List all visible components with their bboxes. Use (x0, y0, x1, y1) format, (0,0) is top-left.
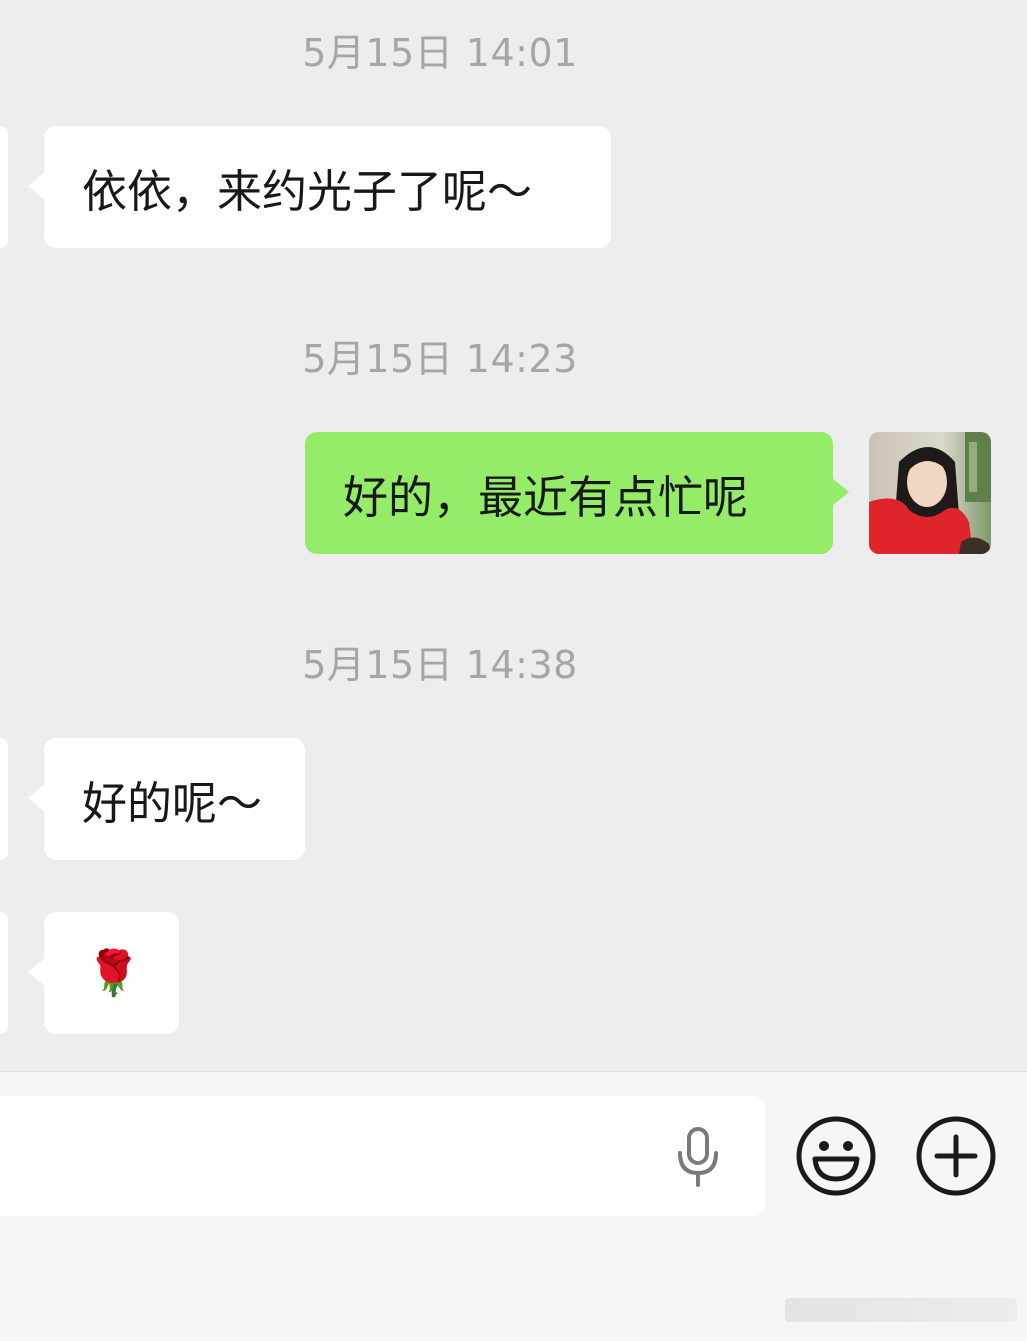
timestamp: 5月15日 14:38 (302, 643, 578, 687)
chat-message-list[interactable]: 5月15日 14:01 依依，来约光子了呢～ 5月15日 14:23 好的，最近… (0, 0, 1027, 1071)
received-sticker-bubble[interactable]: 🌹 (28, 912, 179, 1034)
message-text: 好的，最近有点忙呢 (343, 470, 749, 524)
timestamp: 5月15日 14:01 (302, 31, 578, 75)
sent-message-bubble[interactable]: 好的，最近有点忙呢 (305, 432, 849, 554)
message-text: 好的呢～ (82, 776, 263, 830)
microphone-icon[interactable] (674, 1127, 722, 1187)
message-input[interactable] (0, 1096, 765, 1216)
contact-avatar[interactable] (0, 912, 8, 1034)
contact-avatar[interactable] (0, 738, 8, 860)
emoji-icon[interactable] (795, 1115, 877, 1197)
avatar-photo-icon (869, 432, 991, 554)
received-message-bubble[interactable]: 好的呢～ (28, 738, 305, 860)
message-text: 依依，来约光子了呢～ (82, 164, 533, 218)
rose-emoji: 🌹 (86, 948, 141, 999)
contact-avatar[interactable] (0, 126, 8, 248)
timestamp: 5月15日 14:23 (302, 337, 578, 381)
received-message-bubble[interactable]: 依依，来约光子了呢～ (28, 126, 611, 248)
my-avatar[interactable] (869, 432, 991, 554)
watermark (785, 1298, 1017, 1322)
plus-icon[interactable] (915, 1115, 997, 1197)
